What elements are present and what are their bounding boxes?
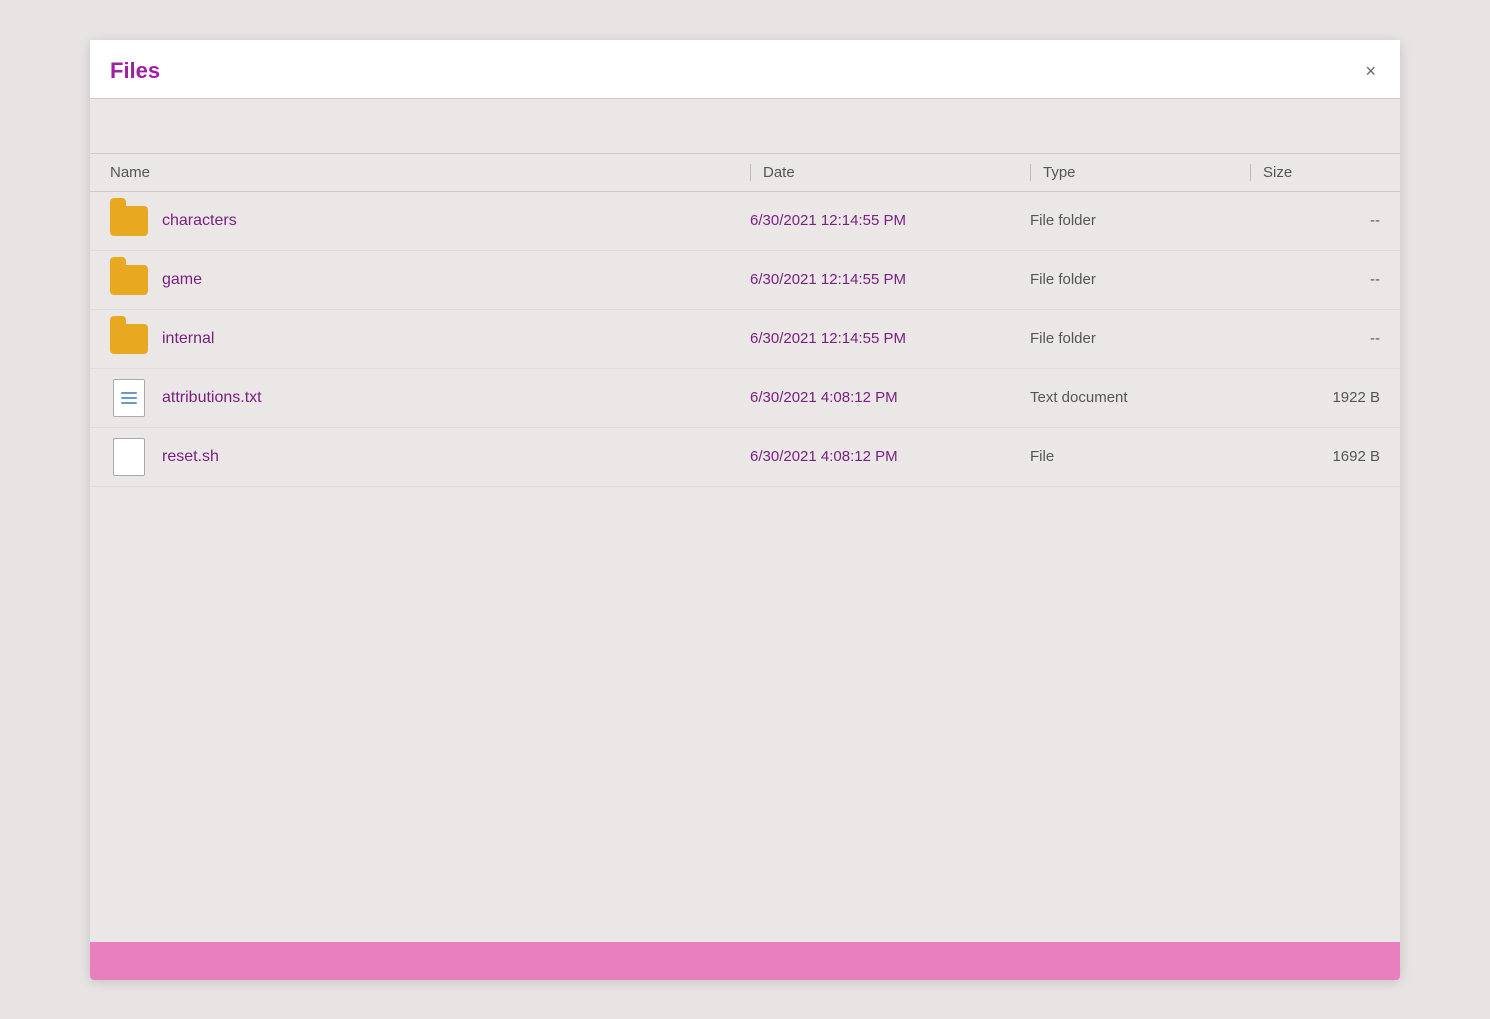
header-date: Date <box>750 164 1030 181</box>
header-name: Name <box>110 164 750 181</box>
name-cell: reset.sh <box>110 438 750 476</box>
size-cell: -- <box>1250 212 1380 229</box>
files-dialog: Files × Name Date Type Size characters 6… <box>90 40 1400 980</box>
size-cell: -- <box>1250 330 1380 347</box>
size-cell: 1922 B <box>1250 389 1380 406</box>
file-name: internal <box>162 330 214 348</box>
folder-icon <box>110 320 148 358</box>
folder-icon <box>110 261 148 299</box>
file-table: Name Date Type Size characters 6/30/2021… <box>90 154 1400 942</box>
name-cell: attributions.txt <box>110 379 750 417</box>
table-row[interactable]: characters 6/30/2021 12:14:55 PM File fo… <box>90 192 1400 251</box>
date-cell: 6/30/2021 12:14:55 PM <box>750 212 1030 229</box>
size-cell: 1692 B <box>1250 448 1380 465</box>
table-row[interactable]: attributions.txt 6/30/2021 4:08:12 PM Te… <box>90 369 1400 428</box>
type-cell: File folder <box>1030 330 1250 347</box>
plain-file-icon <box>110 438 148 476</box>
table-row[interactable]: game 6/30/2021 12:14:55 PM File folder -… <box>90 251 1400 310</box>
header-size: Size <box>1250 164 1380 181</box>
file-name: characters <box>162 212 237 230</box>
table-row[interactable]: reset.sh 6/30/2021 4:08:12 PM File 1692 … <box>90 428 1400 487</box>
name-cell: game <box>110 261 750 299</box>
close-button[interactable]: × <box>1361 60 1380 82</box>
table-header: Name Date Type Size <box>90 154 1400 192</box>
file-name: reset.sh <box>162 448 219 466</box>
date-cell: 6/30/2021 4:08:12 PM <box>750 389 1030 406</box>
name-cell: internal <box>110 320 750 358</box>
type-cell: File <box>1030 448 1250 465</box>
size-cell: -- <box>1250 271 1380 288</box>
date-cell: 6/30/2021 12:14:55 PM <box>750 330 1030 347</box>
type-cell: Text document <box>1030 389 1250 406</box>
file-name: attributions.txt <box>162 389 262 407</box>
name-cell: characters <box>110 202 750 240</box>
txt-file-icon <box>110 379 148 417</box>
table-row[interactable]: internal 6/30/2021 12:14:55 PM File fold… <box>90 310 1400 369</box>
dialog-footer <box>90 942 1400 980</box>
type-cell: File folder <box>1030 271 1250 288</box>
dialog-title: Files <box>110 58 160 84</box>
type-cell: File folder <box>1030 212 1250 229</box>
folder-icon <box>110 202 148 240</box>
date-cell: 6/30/2021 12:14:55 PM <box>750 271 1030 288</box>
date-cell: 6/30/2021 4:08:12 PM <box>750 448 1030 465</box>
header-type: Type <box>1030 164 1250 181</box>
toolbar-area <box>90 99 1400 154</box>
dialog-header: Files × <box>90 40 1400 99</box>
file-name: game <box>162 271 202 289</box>
